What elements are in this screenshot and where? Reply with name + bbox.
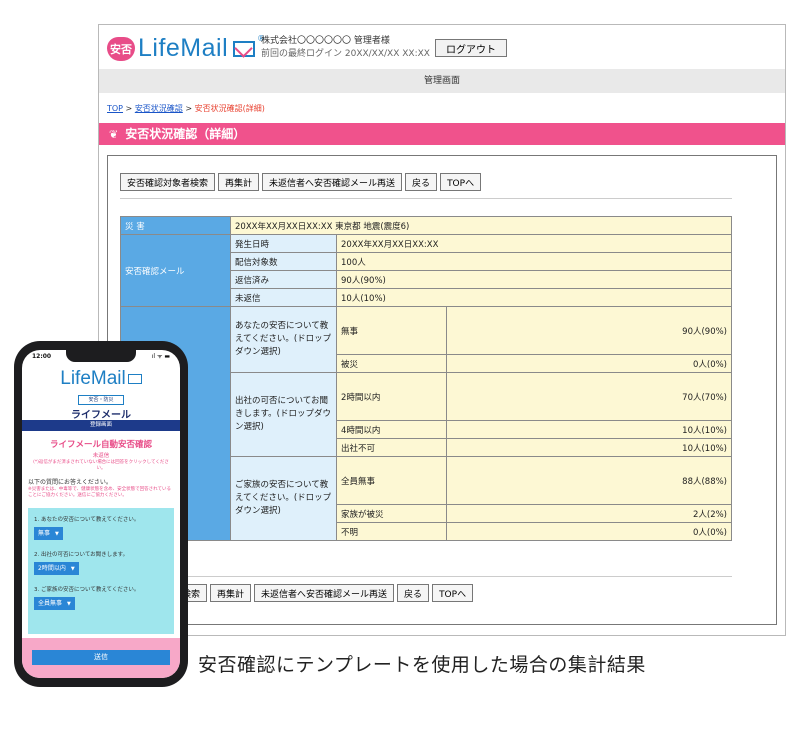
logout-button[interactable]: ログアウト [435, 39, 507, 57]
breadcrumb-confirm-link[interactable]: 安否状況確認 [135, 104, 183, 113]
phone-screen: 12:00 ıl ᯤ ▬ LifeMail 安否・防災 ライフメール 登録画面 … [22, 350, 180, 678]
mail-row-label: 発生日時 [230, 234, 337, 253]
recount-button[interactable]: 再集計 [218, 173, 260, 191]
answer-label: 無事 [336, 306, 447, 355]
page-title: 安否状況確認（詳細） [125, 127, 246, 141]
toolbar-bottom: 者検索 再集計 未返信者へ安否確認メール再送 戻る TOPへ [166, 584, 474, 602]
answer-label: 被災 [336, 354, 447, 373]
recount-button-bottom[interactable]: 再集計 [210, 584, 252, 602]
phone-select-safety[interactable]: 無事 ▼ [34, 527, 63, 540]
answer-label: 出社不可 [336, 438, 447, 457]
table-row: アンケート項目 あなたの安否について教えてください。(ドロップダウン選択) 無事… [120, 306, 732, 541]
top-button-bottom[interactable]: TOPへ [432, 584, 474, 602]
search-targets-button[interactable]: 安否確認対象者検索 [120, 173, 216, 191]
answer-label: 家族が被災 [336, 504, 447, 523]
phone-question-form: 1. あなたの安否について教えてください。 無事 ▼ 2. 出社の可否についてお聞… [28, 508, 174, 634]
question-text: あなたの安否について教えてください。(ドロップダウン選択) [230, 306, 337, 373]
phone-question: 3. ご家族の安否について教えてください。 [34, 587, 140, 593]
phone-note: (*)返信がまだ済まされていない場合には回答をクリックしてください。 [33, 460, 169, 471]
last-login: 前回の最終ログイン 20XX/XX/XX XX:XX [261, 49, 430, 59]
answer-value: 10人(10%) [446, 420, 732, 439]
phone-badge: 安否・防災 [78, 395, 124, 405]
answer-value: 10人(10%) [446, 438, 732, 457]
breadcrumb-current: 安否状況確認(詳細) [194, 104, 265, 113]
phone-app-name: ライフメール [71, 410, 131, 421]
phone-logo: LifeMail [22, 368, 180, 390]
back-button-bottom[interactable]: 戻る [397, 584, 430, 602]
resend-mail-button-bottom[interactable]: 未返信者へ安否確認メール再送 [254, 584, 395, 602]
phone-warning: ※災害または、中毒等で、健康状態を含め、安全状態で回答されていることにご協力くだ… [28, 487, 171, 498]
company-name: 株式会社〇〇〇〇〇〇 管理者様 [261, 36, 390, 46]
phone-status-note: 未返信 [92, 453, 110, 459]
heart-logo-icon: 安否 [107, 36, 135, 61]
question-text: ご家族の安否について教えてください。(ドロップダウン選択) [230, 456, 337, 541]
answer-label: 4時間以内 [336, 420, 447, 439]
question-text: 出社の可否についてお聞きします。(ドロップダウン選択) [230, 372, 337, 457]
chevron-down-icon: ▼ [55, 531, 59, 537]
top-button[interactable]: TOPへ [440, 173, 482, 191]
table-row: 安否確認メール 発生日時 20XX年XX月XX日XX:XX [120, 234, 732, 307]
management-bar: 管理画面 [99, 69, 785, 93]
phone-logo-text: LifeMail [60, 368, 126, 389]
disaster-value: 20XX年XX月XX日XX:XX 東京都 地震(震度6) [230, 216, 732, 235]
toolbar-top: 安否確認対象者検索 再集計 未返信者へ安否確認メール再送 戻る TOPへ [120, 173, 482, 191]
mail-row-value: 90人(90%) [336, 270, 732, 289]
heart-mail-icon: ❦ [109, 128, 119, 141]
phone-time: 12:00 [32, 353, 52, 360]
header: 安否 LifeMail ® 株式会社〇〇〇〇〇〇 管理者様 前回の最終ログイン … [99, 25, 785, 69]
smartphone-mockup: 12:00 ıl ᯤ ▬ LifeMail 安否・防災 ライフメール 登録画面 … [14, 341, 188, 687]
phone-select-family[interactable]: 全員無事 ▼ [34, 597, 75, 610]
caption: 安否確認にテンプレートを使用した場合の集計結果 [198, 654, 646, 676]
answer-value: 0人(0%) [446, 522, 732, 541]
table-row: 災 害 20XX年XX月XX日XX:XX 東京都 地震(震度6) [120, 216, 732, 235]
results-table: 災 害 20XX年XX月XX日XX:XX 東京都 地震(震度6) 安否確認メール… [120, 216, 732, 541]
phone-intro: 以下の質問にお答えください。 [28, 479, 112, 486]
select-value: 2時間以内 [38, 565, 66, 572]
breadcrumb: TOP > 安否状況確認 > 安否状況確認(詳細) [107, 103, 265, 114]
mail-label: 安否確認メール [120, 234, 231, 307]
back-button[interactable]: 戻る [405, 173, 438, 191]
divider [120, 198, 732, 199]
answer-value: 88人(88%) [446, 456, 732, 505]
answer-label: 全員無事 [336, 456, 447, 505]
mail-row-label: 返信済み [230, 270, 337, 289]
lifemail-logo: 安否 LifeMail ® [107, 34, 265, 63]
mail-row-label: 未返信 [230, 288, 337, 307]
phone-notch [66, 350, 136, 362]
answer-value: 70人(70%) [446, 372, 732, 421]
breadcrumb-top-link[interactable]: TOP [107, 104, 123, 113]
mail-row-value: 100人 [336, 252, 732, 271]
chevron-down-icon: ▼ [67, 601, 71, 607]
mail-row-value: 20XX年XX月XX日XX:XX [336, 234, 732, 253]
send-button[interactable]: 送信 [32, 650, 170, 665]
resend-mail-button[interactable]: 未返信者へ安否確認メール再送 [262, 173, 403, 191]
breadcrumb-separator: > [123, 104, 135, 113]
breadcrumb-separator: > [182, 104, 195, 113]
phone-form-title: ライフメール自動安否確認 [49, 440, 152, 450]
answer-value: 0人(0%) [446, 354, 732, 373]
detail-panel: 安否確認対象者検索 再集計 未返信者へ安否確認メール再送 戻る TOPへ 災 害… [107, 155, 777, 625]
answer-value: 90人(90%) [446, 306, 732, 355]
envelope-icon [233, 40, 256, 57]
select-value: 無事 [38, 530, 51, 537]
chevron-down-icon: ▼ [70, 566, 75, 572]
logo-text: LifeMail [138, 34, 229, 62]
phone-select-attendance[interactable]: 2時間以内 ▼ [34, 562, 79, 575]
phone-question: 1. あなたの安否について教えてください。 [34, 517, 140, 523]
divider [120, 576, 732, 577]
answer-label: 2時間以内 [336, 372, 447, 421]
mail-row-label: 配信対象数 [230, 252, 337, 271]
admin-window: 安否 LifeMail ® 株式会社〇〇〇〇〇〇 管理者様 前回の最終ログイン … [98, 24, 786, 636]
phone-section-bar: 登録画面 [22, 420, 180, 431]
select-value: 全員無事 [38, 600, 63, 607]
envelope-icon [127, 373, 142, 384]
answer-value: 2人(2%) [446, 504, 732, 523]
mail-row-value: 10人(10%) [336, 288, 732, 307]
phone-question: 2. 出社の可否についてお聞きします。 [34, 552, 129, 558]
signal-icon: ıl ᯤ ▬ [151, 353, 170, 360]
user-info: 株式会社〇〇〇〇〇〇 管理者様 前回の最終ログイン 20XX/XX/XX XX:… [261, 35, 430, 61]
page-title-bar: ❦ 安否状況確認（詳細） [99, 123, 785, 145]
disaster-label: 災 害 [120, 216, 231, 235]
answer-label: 不明 [336, 522, 447, 541]
